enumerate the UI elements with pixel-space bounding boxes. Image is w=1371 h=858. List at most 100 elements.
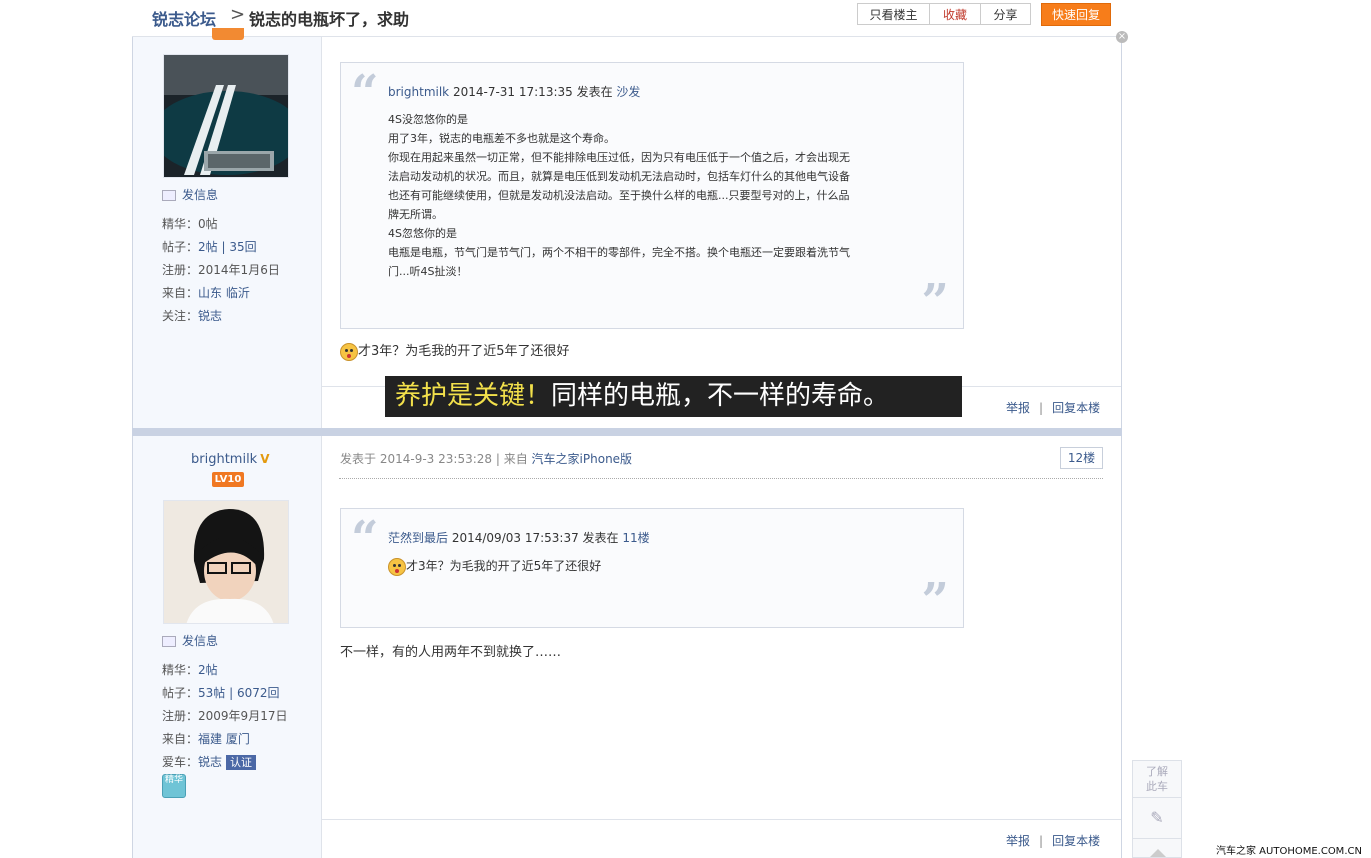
posted-time: 2014-9-3 23:53:28 [379,452,493,466]
user-stat-row: 来自：山东 临沂 [162,284,250,301]
column-divider [321,37,322,858]
vip-badge: V [260,452,270,466]
quick-reply-button[interactable]: 快速回复 [1041,3,1111,26]
quote-time: 2014-7-31 17:13:35 发表在 [452,85,613,99]
quote-floor-link[interactable]: 沙发 [616,85,640,99]
stat-label: 精华： [162,663,199,677]
quote-line: 电瓶是电瓶，节气门是节气门，两个不相干的零部件，完全不搭。换个电瓶还一定要跟着洗… [388,246,850,259]
site-watermark: 汽车之家 AUTOHOME.COM.CN [1216,846,1362,857]
user-stat-row: 帖子：2帖 | 35回 [162,238,257,255]
post-actions: 举报 | 回复本楼 [1006,834,1101,848]
envelope-icon [162,190,176,201]
user-stat-row: 帖子：53帖 | 6072回 [162,684,280,701]
client-link[interactable]: 汽车之家iPhone版 [532,452,633,466]
level-badge-partial [212,28,244,40]
certified-badge[interactable]: 认证 [226,755,257,770]
favorite-button[interactable]: 收藏 [929,3,981,25]
close-quote-icon: ” [921,274,949,330]
only-op-button[interactable]: 只看楼主 [857,3,930,25]
post-actions: 举报 | 回复本楼 [1006,401,1101,415]
quote-line: 法启动发动机的状况。而且，就算是电压低到发动机无法启动时，包括车灯什么的其他电气… [388,170,850,183]
quote-line: 用了3年，锐志的电瓶差不多也就是这个寿命。 [388,132,615,145]
person-avatar-image [164,501,288,623]
thread-title: 锐志的电瓶坏了，求助 [249,10,410,29]
quote-body: 才3年？为毛我的开了近5年了还很好 [388,557,898,576]
send-message-link[interactable]: 发信息 [162,186,218,203]
quote-header: 茫然到最后 2014/09/03 17:53:37 发表在 11楼 [388,529,650,546]
stat-value-link[interactable]: 2帖 [198,663,218,677]
learn-car-button[interactable]: 了解 此车 [1133,761,1181,798]
send-message-label[interactable]: 发信息 [182,634,218,648]
stat-value-link[interactable]: 福建 厦门 [198,732,250,746]
open-quote-icon: “ [351,511,379,567]
floating-toolbar: 了解 此车 ✎ [1132,760,1182,858]
stat-label: 注册： [162,709,199,723]
level-badge: LV10 [212,472,244,487]
stat-label: 关注： [162,309,199,323]
user-stat-row: 来自：福建 厦门 [162,730,250,747]
quote-block: “ 茫然到最后 2014/09/03 17:53:37 发表在 11楼 才3年？… [340,508,964,628]
quote-line: 牌无所谓。 [388,208,443,221]
surprised-emoji-icon [388,557,406,576]
username-link[interactable]: brightmilk [191,452,257,467]
post-content: 不一样，有的人用两年不到就换了…… [340,641,561,660]
share-button[interactable]: 分享 [980,3,1031,25]
user-stat-row: 爱车：锐志 认证 [162,753,257,770]
floor-number[interactable]: 12楼 [1060,447,1103,469]
user-stat-row: 精华：0帖 [162,215,218,232]
stat-value-link[interactable]: 锐志 [198,309,222,323]
surprised-emoji-icon [340,342,358,361]
stat-value: 2014年1月6日 [198,263,280,277]
quote-line: 才3年？为毛我的开了近5年了还很好 [406,559,602,573]
back-to-top-icon[interactable] [1150,849,1166,857]
stat-value-link[interactable]: 53帖 | 6072回 [198,686,279,700]
quote-block: “ brightmilk 2014-7-31 17:13:35 发表在 沙发 4… [340,62,964,329]
stat-value-link[interactable]: 山东 临沂 [198,286,250,300]
quote-line: 门...听4S扯淡！ [388,265,468,278]
close-icon[interactable]: × [1116,31,1128,43]
send-message-link[interactable]: 发信息 [162,632,218,649]
frame-right-border [1121,37,1122,858]
avatar[interactable] [163,500,289,624]
send-message-label[interactable]: 发信息 [182,188,218,202]
username[interactable]: brightmilk V [191,452,270,467]
user-stat-row: 关注：锐志 [162,307,222,324]
stat-value-link[interactable]: 锐志 [198,755,222,769]
subtitle-highlight: 养护是关键！ [395,381,552,411]
avatar[interactable] [163,54,289,178]
quote-body: 4S没忽悠你的是 用了3年，锐志的电瓶差不多也就是这个寿命。 你现在用起来虽然一… [388,110,898,281]
quote-line: 4S忽悠你的是 [388,227,457,240]
close-quote-icon: ” [921,573,949,629]
stat-value: 2009年9月17日 [198,709,288,723]
report-link[interactable]: 举报 [1006,834,1030,848]
post-text: 不一样，有的人用两年不到就换了…… [340,645,562,660]
posted-label: 发表于 [340,452,377,466]
quote-time: 2014/09/03 17:53:37 发表在 [451,531,619,545]
subtitle-text: 同样的电瓶，不一样的寿命。 [551,381,890,411]
stat-label: 爱车： [162,755,199,769]
stat-value: 0帖 [198,217,218,231]
learn-car-label: 此车 [1146,780,1168,793]
user-stat-row: 注册：2014年1月6日 [162,261,280,278]
stat-label: 帖子： [162,240,199,254]
quote-line: 你现在用起来虽然一切正常，但不能排除电压过低，因为只有电压低于一个值之后，才会出… [388,151,850,164]
stat-value-link[interactable]: 2帖 | 35回 [198,240,257,254]
report-link[interactable]: 举报 [1006,401,1030,415]
quote-author-link[interactable]: brightmilk [388,85,449,99]
quote-line: 也还有可能继续使用，但就是发动机没法启动。至于换什么样的电瓶...只要型号对的上… [388,189,850,202]
video-subtitle-overlay: 养护是关键！同样的电瓶，不一样的寿命。 [385,376,962,417]
quote-floor-link[interactable]: 11楼 [622,531,649,545]
quote-line: 4S没忽悠你的是 [388,113,468,126]
from-label: | 来自 [495,452,528,466]
breadcrumb-forum-link[interactable]: 锐志论坛 [152,6,216,30]
reply-floor-link[interactable]: 回复本楼 [1052,401,1100,415]
post-separator [132,428,1122,436]
post-content: 才3年？为毛我的开了近5年了还很好 [340,340,570,361]
medal-icon[interactable]: 精华 [162,774,186,798]
quote-author-link[interactable]: 茫然到最后 [388,531,448,545]
reply-floor-link[interactable]: 回复本楼 [1052,834,1100,848]
edit-icon[interactable]: ✎ [1133,798,1181,839]
stat-label: 来自： [162,732,199,746]
stat-label: 注册： [162,263,199,277]
stat-label: 帖子： [162,686,199,700]
